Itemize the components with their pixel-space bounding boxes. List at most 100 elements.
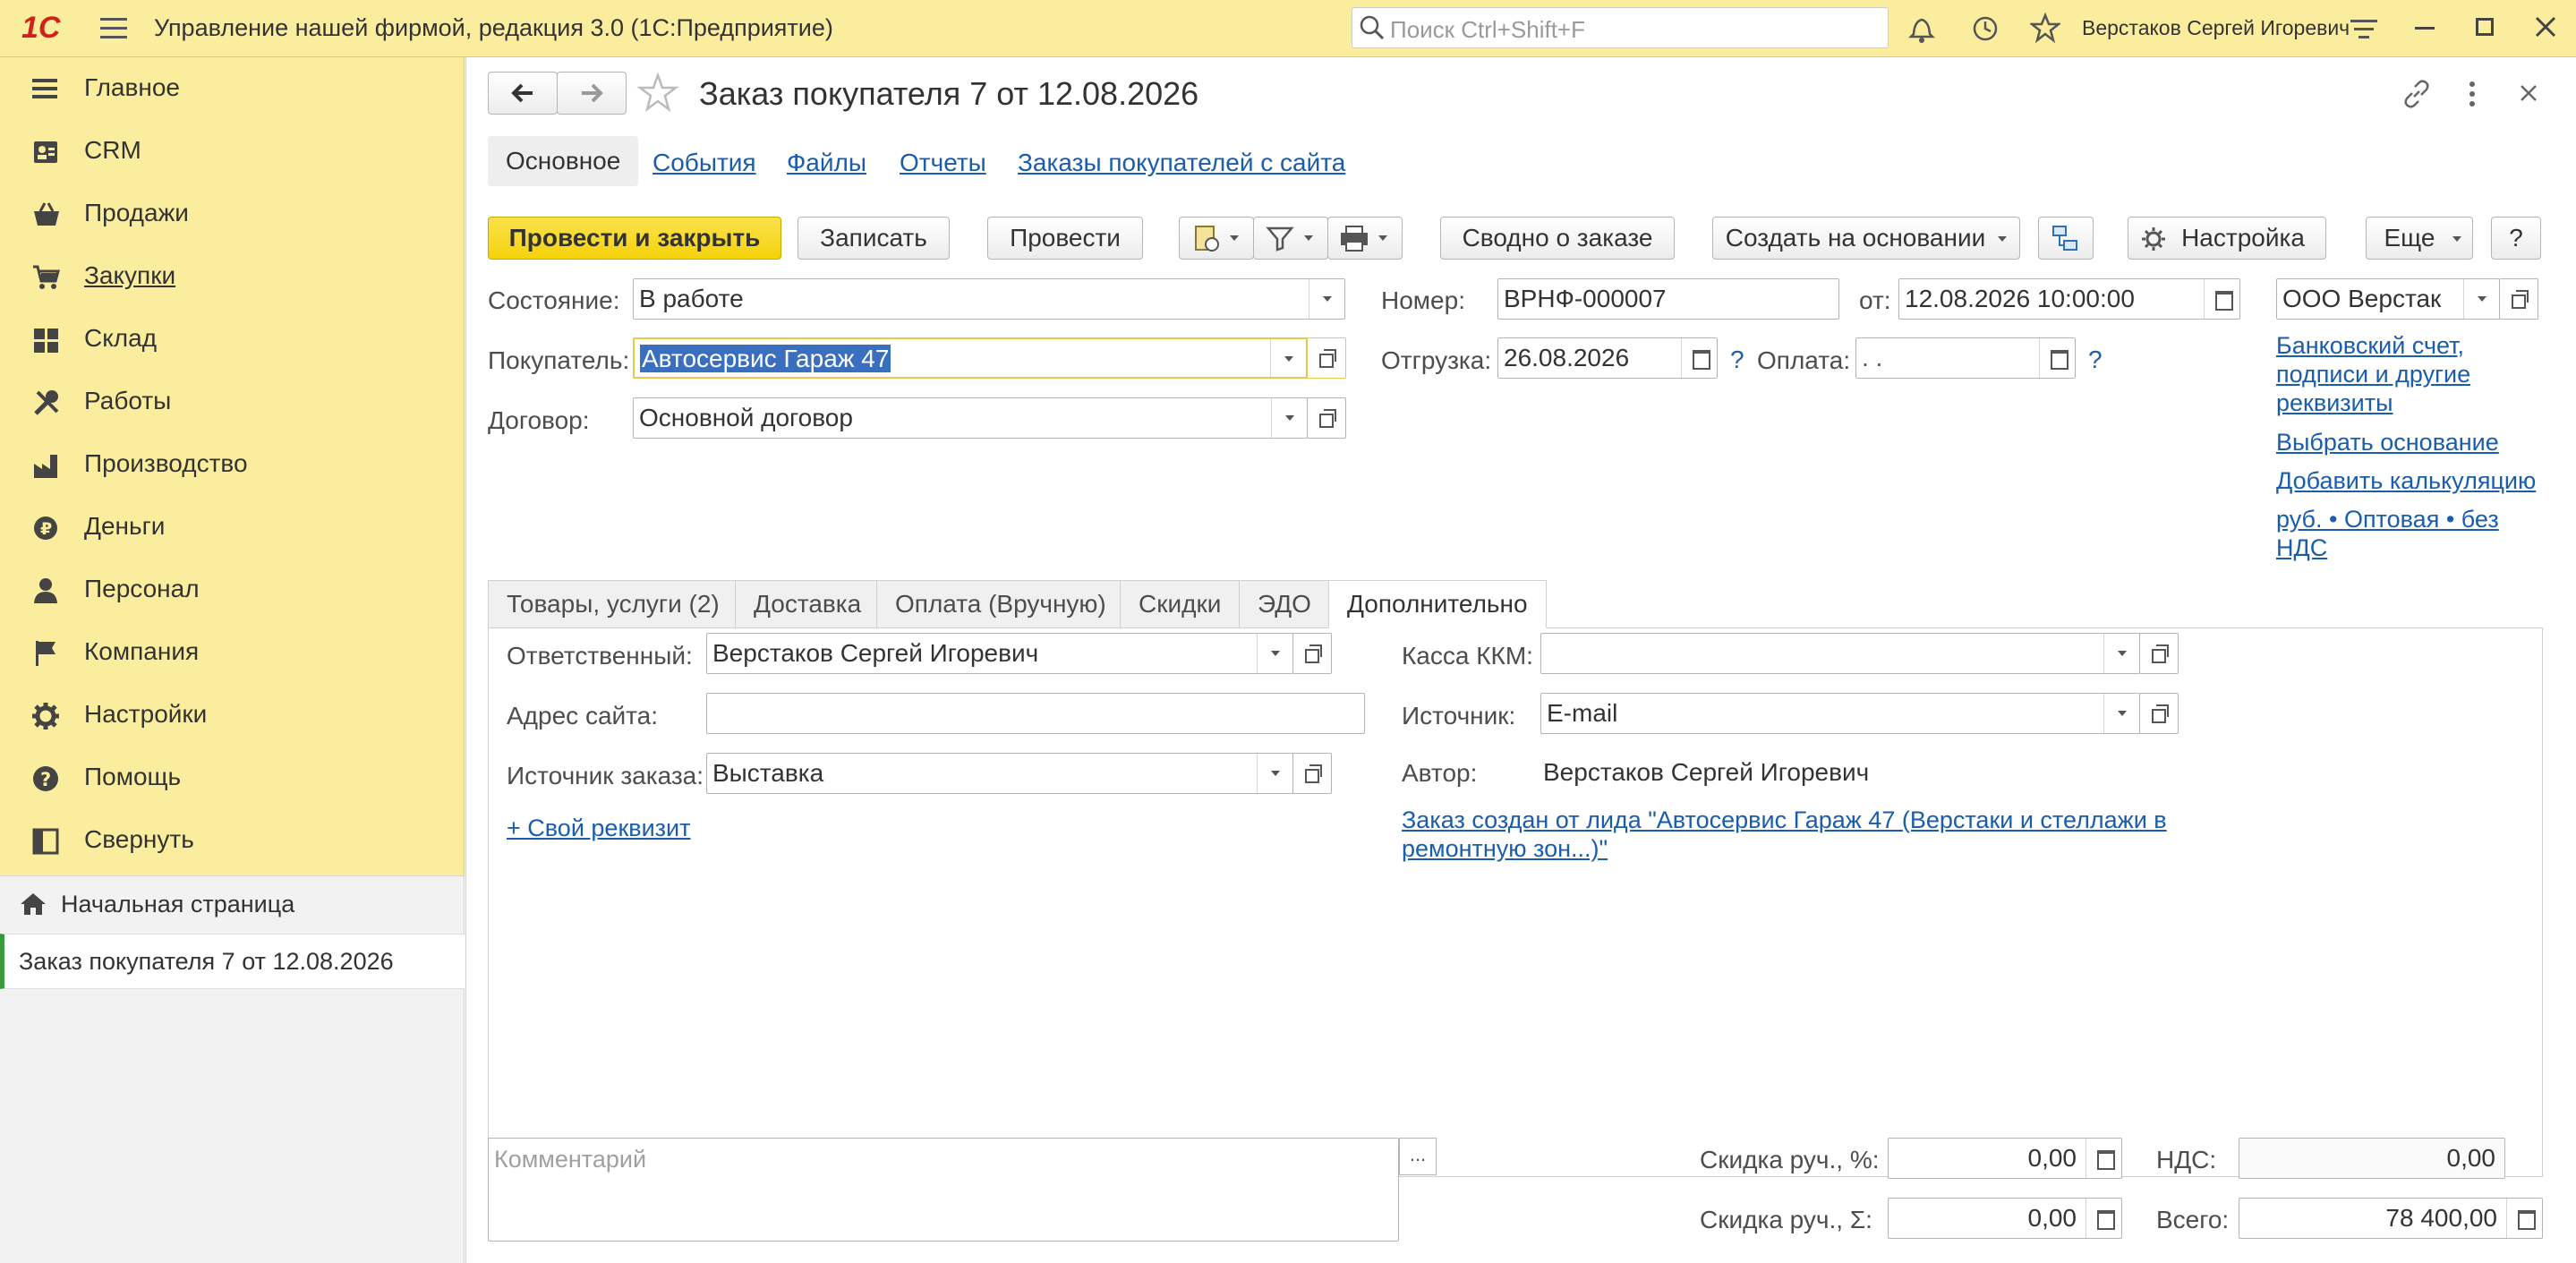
sidebar-item-money[interactable]: ₽ Деньги — [0, 496, 465, 559]
dropdown-arrow-icon[interactable] — [2103, 694, 2139, 733]
payment-help-link[interactable]: ? — [2088, 346, 2103, 374]
shipment-help-link[interactable]: ? — [1730, 346, 1744, 374]
shipment-date-field[interactable]: 26.08.2026 — [1497, 337, 1718, 379]
back-button[interactable] — [488, 72, 558, 115]
open-company-button[interactable] — [2499, 278, 2538, 320]
more-button[interactable]: Еще — [2366, 217, 2473, 260]
order-summary-button[interactable]: Сводно о заказе — [1440, 217, 1675, 260]
user-name[interactable]: Верстаков Сергей Игоревич — [2082, 16, 2350, 40]
select-basis-link[interactable]: Выбрать основание — [2276, 429, 2499, 457]
save-button[interactable]: Записать — [798, 217, 950, 260]
minimize-icon[interactable] — [2415, 27, 2435, 30]
dropdown-arrow-icon[interactable] — [1257, 634, 1292, 673]
calendar-icon[interactable] — [2039, 338, 2075, 378]
source-field[interactable]: E-mail — [1540, 693, 2140, 734]
close-document-icon[interactable] — [2520, 84, 2538, 102]
state-field[interactable]: В работе — [633, 278, 1345, 320]
post-and-close-button[interactable]: Провести и закрыть — [488, 217, 781, 260]
tab-discounts[interactable]: Скидки — [1120, 580, 1241, 628]
open-contract-button[interactable] — [1307, 397, 1346, 439]
dropdown-arrow-icon[interactable] — [1271, 398, 1307, 438]
calculator-icon[interactable] — [2506, 1199, 2542, 1238]
calendar-icon[interactable] — [2204, 279, 2239, 319]
post-button[interactable]: Провести — [987, 217, 1143, 260]
sidebar-item-collapse[interactable]: Свернуть — [0, 809, 465, 872]
price-type-link[interactable]: руб. • Оптовая • без НДС — [2276, 505, 2536, 562]
create-from-template-button[interactable] — [1179, 217, 1254, 260]
favorite-star-icon[interactable] — [636, 72, 679, 115]
tab-delivery[interactable]: Доставка — [735, 580, 881, 628]
number-field[interactable]: ВРНФ-000007 — [1497, 278, 1839, 320]
calendar-icon[interactable] — [1681, 338, 1717, 378]
sidebar-item-warehouse[interactable]: Склад — [0, 308, 465, 371]
open-buyer-button[interactable] — [1307, 337, 1346, 379]
responsible-field[interactable]: Верстаков Сергей Игоревич — [706, 633, 1293, 674]
order-source-field[interactable]: Выставка — [706, 753, 1293, 794]
sidebar-item-company[interactable]: Компания — [0, 621, 465, 684]
dropdown-arrow-icon[interactable] — [1270, 339, 1306, 377]
bell-icon[interactable] — [1908, 14, 1935, 43]
add-calculation-link[interactable]: Добавить калькуляцию — [2276, 467, 2536, 495]
discount-percent-field[interactable]: 0,00 — [1888, 1138, 2122, 1179]
calculator-icon[interactable] — [2086, 1139, 2121, 1178]
custom-attribute-link[interactable]: + Свой реквизит — [507, 815, 691, 842]
create-based-on-button[interactable]: Создать на основании — [1712, 217, 2020, 260]
dropdown-arrow-icon[interactable] — [2463, 279, 2499, 319]
forward-button[interactable] — [557, 72, 627, 115]
search-input[interactable]: Поиск Ctrl+Shift+F — [1352, 7, 1889, 48]
sidebar-item-sales[interactable]: Продажи — [0, 183, 465, 245]
favorites-star-icon[interactable] — [2030, 13, 2060, 43]
open-order-source-button[interactable] — [1292, 753, 1332, 794]
sidebar-item-main[interactable]: Главное — [0, 57, 465, 120]
dropdown-arrow-icon[interactable] — [1309, 279, 1344, 319]
bank-account-link[interactable]: Банковский счет, подписи и другие реквиз… — [2276, 331, 2536, 417]
main-menu-icon[interactable] — [100, 18, 127, 39]
comment-expand-button[interactable]: ... — [1399, 1138, 1437, 1175]
tab-payment-manual[interactable]: Оплата (Вручную) — [876, 580, 1125, 628]
sidebar-item-purchases[interactable]: Закупки — [0, 245, 465, 308]
opened-home-page[interactable]: Начальная страница — [0, 876, 465, 932]
open-responsible-button[interactable] — [1292, 633, 1332, 674]
tab-events[interactable]: События — [653, 149, 756, 177]
maximize-icon[interactable] — [2476, 18, 2494, 36]
filter-button[interactable] — [1253, 217, 1328, 260]
history-icon[interactable] — [1971, 14, 2000, 43]
tab-additional[interactable]: Дополнительно — [1328, 580, 1547, 628]
close-window-icon[interactable] — [2535, 16, 2556, 38]
calculator-icon[interactable] — [2086, 1199, 2121, 1238]
company-field[interactable]: ООО Верстак — [2276, 278, 2500, 320]
sidebar-item-works[interactable]: Работы — [0, 371, 465, 433]
payment-date-field[interactable]: . . — [1855, 337, 2076, 379]
sidebar-item-help[interactable]: ? Помощь — [0, 747, 465, 809]
tab-site-orders[interactable]: Заказы покупателей с сайта — [1018, 149, 1345, 177]
comment-field[interactable]: Комментарий — [488, 1138, 1399, 1242]
help-button[interactable]: ? — [2491, 217, 2541, 260]
tab-main[interactable]: Основное — [488, 136, 639, 186]
sidebar-item-staff[interactable]: Персонал — [0, 559, 465, 621]
discount-sum-field[interactable]: 0,00 — [1888, 1198, 2122, 1239]
site-address-field[interactable] — [706, 693, 1365, 734]
sidebar-item-settings[interactable]: Настройки — [0, 684, 465, 747]
sidebar-item-production[interactable]: Производство — [0, 433, 465, 496]
contract-field[interactable]: Основной договор — [633, 397, 1308, 439]
opened-current-document[interactable]: Заказ покупателя 7 от 12.08.2026 — [0, 934, 465, 989]
buyer-field[interactable]: Автосервис Гараж 47 — [633, 337, 1308, 379]
date-field[interactable]: 12.08.2026 10:00:00 — [1898, 278, 2240, 320]
settings-button[interactable]: Настройка — [2128, 217, 2326, 260]
print-button[interactable] — [1327, 217, 1403, 260]
structure-button[interactable] — [2038, 217, 2094, 260]
lead-origin-link[interactable]: Заказ создан от лида "Автосервис Гараж 4… — [1402, 806, 2189, 863]
open-source-button[interactable] — [2139, 693, 2179, 734]
dropdown-arrow-icon[interactable] — [2103, 634, 2139, 673]
tab-goods-services[interactable]: Товары, услуги (2) — [488, 580, 738, 628]
tab-edo[interactable]: ЭДО — [1239, 580, 1330, 628]
kkm-field[interactable] — [1540, 633, 2140, 674]
open-kkm-button[interactable] — [2139, 633, 2179, 674]
tab-reports[interactable]: Отчеты — [900, 149, 986, 177]
sidebar-item-crm[interactable]: CRM — [0, 120, 465, 183]
tab-files[interactable]: Файлы — [787, 149, 866, 177]
settings-lines-icon[interactable] — [2350, 18, 2377, 41]
dropdown-arrow-icon[interactable] — [1257, 754, 1292, 793]
link-icon[interactable] — [2401, 79, 2432, 109]
more-vertical-icon[interactable] — [2468, 81, 2477, 107]
